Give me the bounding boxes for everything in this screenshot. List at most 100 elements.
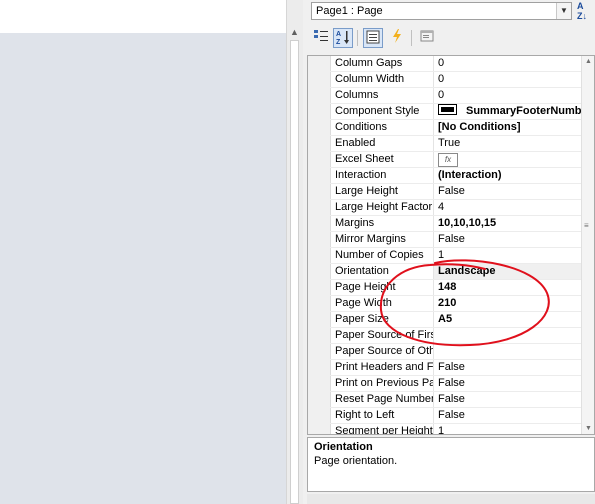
property-value[interactable]: 4 bbox=[434, 200, 584, 215]
property-value-text: [No Conditions] bbox=[438, 121, 521, 133]
scroll-down-arrow-icon[interactable]: ▼ bbox=[585, 425, 592, 432]
property-value-text: False bbox=[438, 361, 465, 373]
property-value[interactable]: True bbox=[434, 136, 584, 151]
property-row[interactable]: Paper Source of Oth bbox=[330, 344, 584, 360]
properties-toolbar: AZ bbox=[311, 28, 591, 50]
property-value-text: False bbox=[438, 185, 465, 197]
property-value-text: 1 bbox=[438, 249, 445, 261]
property-value[interactable]: SummaryFooterNumb bbox=[434, 104, 584, 119]
property-value-text: 210 bbox=[438, 297, 457, 309]
property-row[interactable]: Page Width 210 bbox=[330, 296, 584, 312]
alphabetical-sort-icon[interactable]: AZ bbox=[333, 28, 353, 48]
property-value-text: True bbox=[438, 137, 461, 149]
property-row[interactable]: Print on Previous Pag False bbox=[330, 376, 584, 392]
property-name: Print Headers and Fo bbox=[330, 360, 434, 375]
property-name: Page Height bbox=[330, 280, 434, 295]
property-value[interactable]: A5 bbox=[434, 312, 584, 327]
property-row[interactable]: Enabled True bbox=[330, 136, 584, 152]
property-row[interactable]: Component Style SummaryFooterNumb bbox=[330, 104, 584, 120]
property-name: Large Height bbox=[330, 184, 434, 199]
toolbar-separator bbox=[411, 30, 412, 46]
property-value[interactable]: 0 bbox=[434, 72, 584, 87]
property-value[interactable]: (Interaction) bbox=[434, 168, 584, 183]
property-row[interactable]: Print Headers and Fo False bbox=[330, 360, 584, 376]
property-value[interactable]: 0 bbox=[434, 56, 584, 71]
canvas-vertical-scrollbar[interactable]: ▲ bbox=[286, 0, 303, 504]
canvas-scroll-thumb[interactable] bbox=[290, 40, 299, 504]
property-value[interactable]: False bbox=[434, 376, 584, 391]
property-grid[interactable]: Column Gaps 0 Column Width 0 Columns 0 Compone… bbox=[307, 55, 595, 435]
property-value-text: 4 bbox=[438, 201, 445, 213]
property-value-text: 1 bbox=[438, 425, 445, 435]
description-text: Page orientation. bbox=[314, 455, 398, 467]
property-value[interactable] bbox=[434, 328, 584, 343]
property-value-text: False bbox=[438, 377, 465, 389]
property-name: Excel Sheet bbox=[330, 152, 434, 167]
property-value[interactable]: Landscape bbox=[434, 264, 584, 279]
description-title: Orientation bbox=[314, 441, 373, 453]
component-selector-value: Page1 : Page bbox=[316, 5, 383, 17]
property-value[interactable]: 1 bbox=[434, 424, 584, 435]
toolbar-separator bbox=[357, 30, 358, 46]
property-grid-scrollbar[interactable]: ▲ ≡ ▼ bbox=[581, 56, 594, 434]
property-value[interactable]: False bbox=[434, 408, 584, 423]
property-row[interactable]: Conditions [No Conditions] bbox=[330, 120, 584, 136]
property-name: Orientation bbox=[330, 264, 434, 279]
property-row[interactable]: Reset Page Number False bbox=[330, 392, 584, 408]
scroll-up-arrow-icon[interactable]: ▲ bbox=[290, 27, 299, 37]
property-row[interactable]: Orientation Landscape bbox=[330, 264, 584, 280]
property-name: Conditions bbox=[330, 120, 434, 135]
properties-icon[interactable] bbox=[363, 28, 383, 48]
property-row[interactable]: Paper Size A5 bbox=[330, 312, 584, 328]
property-row[interactable]: Interaction (Interaction) bbox=[330, 168, 584, 184]
expression-editor-icon[interactable]: fx bbox=[438, 153, 458, 167]
component-selector[interactable]: Page1 : Page ▼ bbox=[311, 2, 572, 20]
property-value[interactable]: False bbox=[434, 360, 584, 375]
property-row[interactable]: Right to Left False bbox=[330, 408, 584, 424]
property-row[interactable]: Columns 0 bbox=[330, 88, 584, 104]
property-row[interactable]: Segment per Height 1 bbox=[330, 424, 584, 435]
property-row[interactable]: Column Gaps 0 bbox=[330, 56, 584, 72]
scroll-grip-icon[interactable]: ≡ bbox=[584, 222, 591, 234]
property-name: Interaction bbox=[330, 168, 434, 183]
dropdown-arrow-icon[interactable]: ▼ bbox=[556, 3, 571, 19]
design-canvas[interactable] bbox=[0, 33, 286, 504]
categorized-icon[interactable] bbox=[311, 28, 331, 48]
property-name: Column Gaps bbox=[330, 56, 434, 71]
property-value[interactable]: 210 bbox=[434, 296, 584, 311]
property-value[interactable]: fx bbox=[434, 152, 584, 167]
style-swatch-icon bbox=[438, 104, 457, 115]
svg-text:Z: Z bbox=[336, 39, 341, 45]
property-value[interactable]: 148 bbox=[434, 280, 584, 295]
property-row[interactable]: Margins 10,10,10,15 bbox=[330, 216, 584, 232]
property-row[interactable]: Paper Source of Firs bbox=[330, 328, 584, 344]
scroll-up-arrow-icon[interactable]: ▲ bbox=[585, 58, 592, 65]
property-value[interactable]: False bbox=[434, 232, 584, 247]
property-value[interactable]: 10,10,10,15 bbox=[434, 216, 584, 231]
lightning-icon[interactable] bbox=[387, 28, 407, 48]
property-value[interactable]: [No Conditions] bbox=[434, 120, 584, 135]
property-row[interactable]: Mirror Margins False bbox=[330, 232, 584, 248]
property-pages-icon[interactable] bbox=[417, 28, 437, 48]
property-name: Paper Source of Firs bbox=[330, 328, 434, 343]
property-value-text: False bbox=[438, 233, 465, 245]
canvas-header bbox=[0, 0, 286, 33]
sort-az-icon[interactable]: A Z↓ bbox=[577, 1, 595, 21]
property-value[interactable]: 1 bbox=[434, 248, 584, 263]
property-row[interactable]: Number of Copies 1 bbox=[330, 248, 584, 264]
property-name: Print on Previous Pag bbox=[330, 376, 434, 391]
property-value-text: False bbox=[438, 393, 465, 405]
property-name: Enabled bbox=[330, 136, 434, 151]
panel-bottom-strip bbox=[307, 494, 595, 504]
property-row[interactable]: Large Height False bbox=[330, 184, 584, 200]
property-value[interactable]: False bbox=[434, 392, 584, 407]
property-row[interactable]: Large Height Factor 4 bbox=[330, 200, 584, 216]
property-name: Page Width bbox=[330, 296, 434, 311]
property-row[interactable]: Excel Sheet fx bbox=[330, 152, 584, 168]
property-value[interactable] bbox=[434, 344, 584, 359]
property-value[interactable]: 0 bbox=[434, 88, 584, 103]
property-row[interactable]: Column Width 0 bbox=[330, 72, 584, 88]
property-row[interactable]: Page Height 148 bbox=[330, 280, 584, 296]
property-value[interactable]: False bbox=[434, 184, 584, 199]
property-value-text: 148 bbox=[438, 281, 457, 293]
